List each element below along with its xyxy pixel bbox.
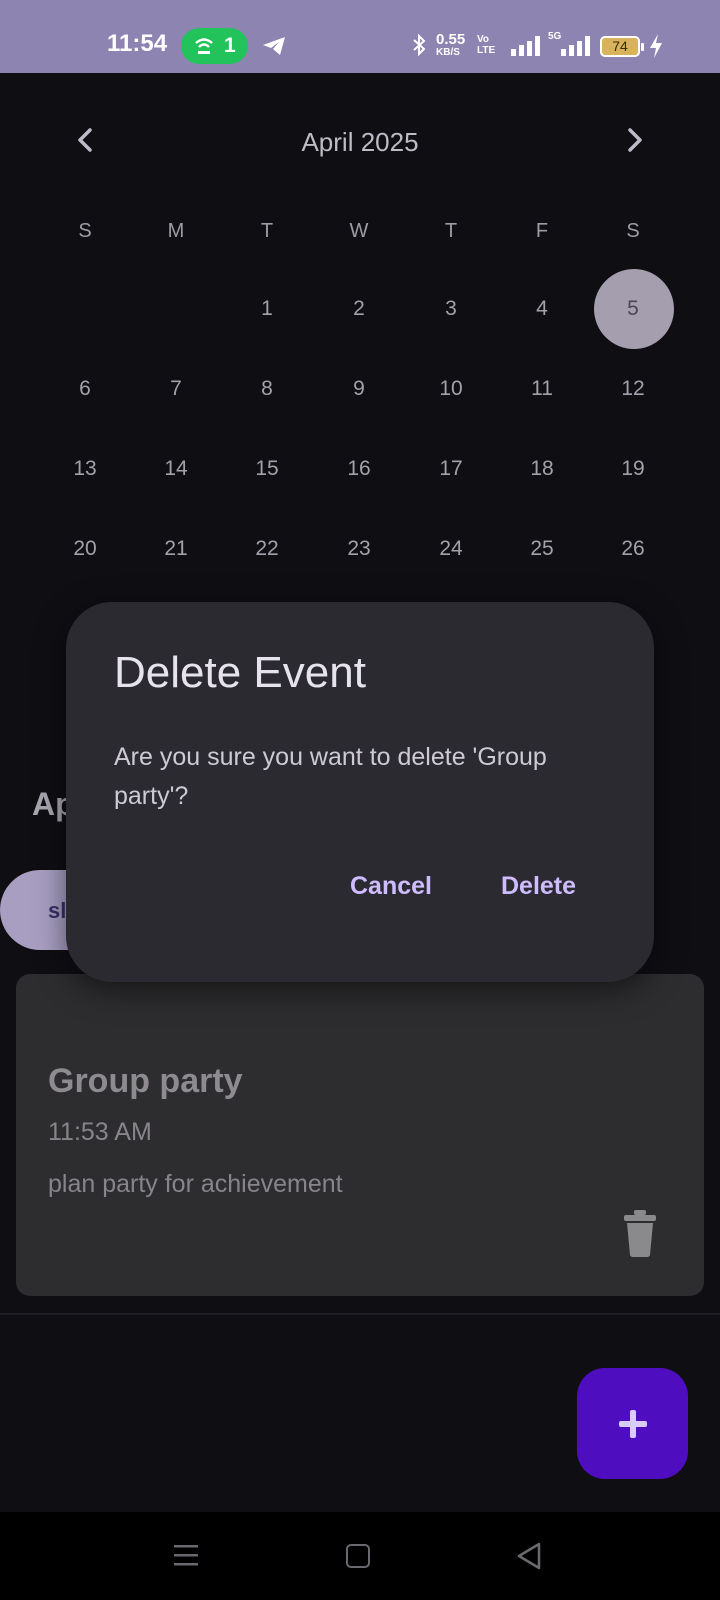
calendar-day[interactable]: 8	[227, 349, 307, 429]
divider	[0, 1313, 720, 1315]
calendar-day[interactable]: 16	[319, 429, 399, 509]
calendar-day[interactable]: 19	[593, 429, 673, 509]
volte-indicator: Vo LTE	[477, 34, 496, 56]
event-time: 11:53 AM	[48, 1118, 152, 1146]
network-speed: 0.55 KB/S	[436, 31, 466, 58]
event-title: Group party	[48, 1062, 243, 1100]
calendar-day[interactable]: 15	[227, 429, 307, 509]
calendar-header: April 2025	[0, 110, 720, 170]
status-bar: 11:54 1 0.55 KB/S Vo LTE 5G 74	[0, 0, 720, 73]
calendar-day[interactable]: 11	[502, 349, 582, 429]
calendar-day[interactable]: 6	[45, 349, 125, 429]
hotspot-pill[interactable]: 1	[181, 28, 248, 64]
weekday-label: S	[78, 220, 92, 242]
weekday-label: T	[260, 220, 274, 242]
delete-event-dialog: Delete Event Are you sure you want to de…	[66, 602, 654, 982]
calendar-day[interactable]: 26	[593, 509, 673, 589]
event-card[interactable]: Group party 11:53 AM plan party for achi…	[16, 974, 704, 1296]
weekday-label: W	[349, 220, 369, 242]
next-month-button[interactable]	[616, 122, 652, 158]
calendar-day[interactable]: 1	[227, 269, 307, 349]
dialog-title: Delete Event	[114, 648, 366, 697]
battery-icon: 74	[600, 36, 644, 57]
delete-button[interactable]: Delete	[501, 872, 576, 901]
recents-menu-icon[interactable]	[173, 1542, 199, 1568]
calendar-day-selected[interactable]: 5	[593, 269, 674, 349]
chip-label: sl	[48, 898, 67, 923]
weekday-label: F	[535, 220, 549, 242]
plus-icon	[619, 1410, 647, 1438]
calendar-day[interactable]: 18	[502, 429, 582, 509]
calendar-day[interactable]: 22	[227, 509, 307, 589]
event-description: plan party for achievement	[48, 1170, 343, 1198]
cancel-button[interactable]: Cancel	[350, 872, 432, 901]
calendar-day[interactable]: 21	[136, 509, 216, 589]
calendar-day[interactable]: 9	[319, 349, 399, 429]
battery-level: 74	[612, 38, 628, 54]
dialog-message: Are you sure you want to delete 'Group p…	[114, 743, 547, 810]
bluetooth-icon	[413, 33, 426, 57]
weekday-label: S	[626, 220, 640, 242]
status-time: 11:54	[107, 30, 168, 57]
system-nav-bar	[0, 1512, 720, 1600]
month-title: April 2025	[301, 127, 419, 157]
calendar-day[interactable]: 2	[319, 269, 399, 349]
calendar-day[interactable]: 17	[411, 429, 491, 509]
weekday-label: M	[167, 220, 185, 242]
calendar-day[interactable]: 24	[411, 509, 491, 589]
calendar-day[interactable]: 10	[411, 349, 491, 429]
calendar-day[interactable]: 14	[136, 429, 216, 509]
calendar-day[interactable]: 7	[136, 349, 216, 429]
calendar-day[interactable]: 23	[319, 509, 399, 589]
weekday-label: T	[444, 220, 458, 242]
home-button[interactable]	[346, 1544, 370, 1568]
hotspot-count: 1	[224, 34, 236, 57]
charging-icon	[650, 34, 662, 58]
back-icon[interactable]	[516, 1541, 542, 1571]
delete-event-button[interactable]	[622, 1208, 658, 1258]
calendar-day[interactable]: 25	[502, 509, 582, 589]
signal-icon-sim1	[511, 36, 540, 56]
telegram-icon	[263, 37, 285, 55]
calendar-day[interactable]: 4	[502, 269, 582, 349]
calendar-day[interactable]: 13	[45, 429, 125, 509]
hotspot-icon	[195, 38, 213, 54]
calendar-day[interactable]: 12	[593, 349, 673, 429]
calendar-day[interactable]: 20	[45, 509, 125, 589]
add-event-button[interactable]	[577, 1368, 688, 1479]
calendar-day[interactable]: 3	[411, 269, 491, 349]
signal-icon-sim2	[561, 36, 590, 56]
